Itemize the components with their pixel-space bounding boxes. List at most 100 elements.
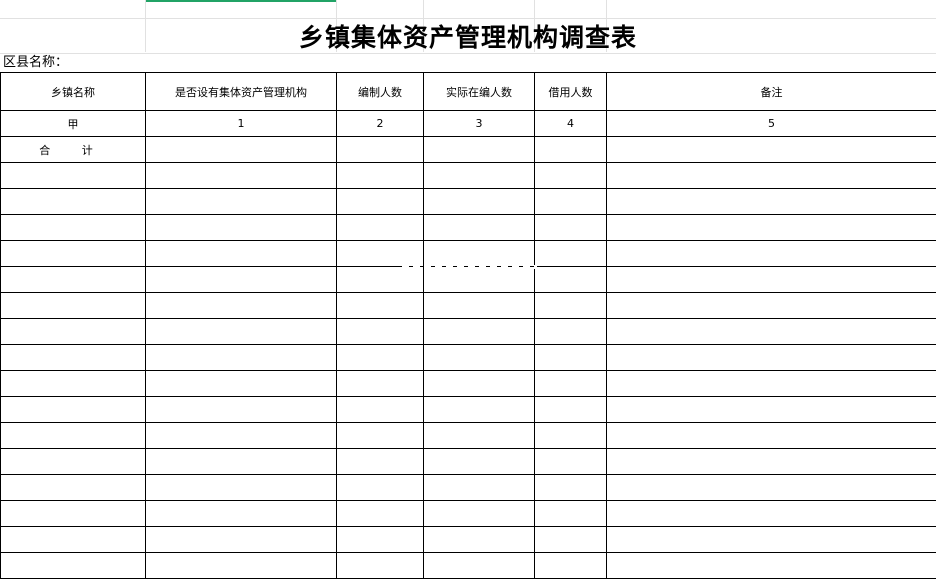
table-cell[interactable] bbox=[423, 396, 535, 423]
table-cell[interactable] bbox=[423, 370, 535, 397]
table-cell[interactable] bbox=[606, 474, 936, 501]
table-cell[interactable] bbox=[145, 474, 337, 501]
table-cell[interactable] bbox=[336, 526, 424, 553]
table-cell[interactable] bbox=[606, 370, 936, 397]
table-cell[interactable] bbox=[0, 214, 146, 241]
table-cell[interactable] bbox=[423, 266, 535, 293]
column-number-cell[interactable]: 甲 bbox=[0, 110, 146, 137]
table-cell[interactable] bbox=[534, 136, 607, 163]
table-cell[interactable] bbox=[145, 266, 337, 293]
county-name-label[interactable]: 区县名称： bbox=[3, 54, 68, 72]
table-cell[interactable] bbox=[606, 162, 936, 189]
total-label-cell[interactable]: 合 计 bbox=[0, 136, 146, 163]
table-cell[interactable] bbox=[336, 240, 424, 267]
table-cell[interactable] bbox=[534, 474, 607, 501]
table-cell[interactable] bbox=[336, 214, 424, 241]
table-cell[interactable] bbox=[336, 292, 424, 319]
table-cell[interactable] bbox=[423, 500, 535, 527]
table-cell[interactable] bbox=[534, 422, 607, 449]
table-cell[interactable] bbox=[0, 370, 146, 397]
table-cell[interactable] bbox=[336, 318, 424, 345]
column-number-cell[interactable]: 2 bbox=[336, 110, 424, 137]
table-cell[interactable] bbox=[534, 188, 607, 215]
table-cell[interactable] bbox=[145, 552, 337, 579]
header-cell-remarks[interactable]: 备注 bbox=[606, 72, 936, 111]
table-cell[interactable] bbox=[0, 422, 146, 449]
table-cell[interactable] bbox=[606, 396, 936, 423]
table-cell[interactable] bbox=[534, 266, 607, 293]
table-cell[interactable] bbox=[534, 526, 607, 553]
table-cell[interactable] bbox=[0, 500, 146, 527]
column-number-cell[interactable]: 5 bbox=[606, 110, 936, 137]
table-cell[interactable] bbox=[606, 292, 936, 319]
table-cell[interactable] bbox=[336, 500, 424, 527]
table-cell[interactable] bbox=[606, 214, 936, 241]
table-cell[interactable] bbox=[0, 292, 146, 319]
table-cell[interactable] bbox=[145, 136, 337, 163]
table-cell[interactable] bbox=[145, 188, 337, 215]
header-cell-has-management-org[interactable]: 是否设有集体资产管理机构 bbox=[145, 72, 337, 111]
table-cell[interactable] bbox=[534, 214, 607, 241]
table-cell[interactable] bbox=[336, 188, 424, 215]
table-cell[interactable] bbox=[534, 552, 607, 579]
table-cell[interactable] bbox=[0, 396, 146, 423]
table-cell[interactable] bbox=[145, 344, 337, 371]
table-cell[interactable] bbox=[534, 370, 607, 397]
header-cell-actual-staff[interactable]: 实际在编人数 bbox=[423, 72, 535, 111]
table-cell[interactable] bbox=[423, 344, 535, 371]
table-cell[interactable] bbox=[145, 500, 337, 527]
table-cell[interactable] bbox=[336, 552, 424, 579]
table-cell[interactable] bbox=[534, 318, 607, 345]
table-cell[interactable] bbox=[606, 240, 936, 267]
table-cell[interactable] bbox=[606, 266, 936, 293]
table-cell[interactable] bbox=[0, 240, 146, 267]
table-cell[interactable] bbox=[145, 396, 337, 423]
table-cell[interactable] bbox=[423, 136, 535, 163]
table-cell[interactable] bbox=[336, 422, 424, 449]
table-cell[interactable] bbox=[336, 266, 424, 293]
header-cell-township-name[interactable]: 乡镇名称 bbox=[0, 72, 146, 111]
table-cell[interactable] bbox=[145, 292, 337, 319]
table-cell[interactable] bbox=[0, 162, 146, 189]
table-cell[interactable] bbox=[606, 552, 936, 579]
table-cell[interactable] bbox=[606, 448, 936, 475]
table-cell[interactable] bbox=[606, 526, 936, 553]
table-cell[interactable] bbox=[0, 474, 146, 501]
table-cell[interactable] bbox=[423, 240, 535, 267]
table-cell[interactable] bbox=[336, 370, 424, 397]
table-cell[interactable] bbox=[423, 526, 535, 553]
column-number-cell[interactable]: 1 bbox=[145, 110, 337, 137]
table-cell[interactable] bbox=[423, 552, 535, 579]
table-cell[interactable] bbox=[336, 396, 424, 423]
table-cell[interactable] bbox=[145, 448, 337, 475]
table-cell[interactable] bbox=[145, 370, 337, 397]
column-number-cell[interactable]: 4 bbox=[534, 110, 607, 137]
table-cell[interactable] bbox=[606, 422, 936, 449]
table-cell[interactable] bbox=[423, 318, 535, 345]
table-cell[interactable] bbox=[423, 188, 535, 215]
table-cell[interactable] bbox=[423, 292, 535, 319]
table-cell[interactable] bbox=[423, 448, 535, 475]
table-cell[interactable] bbox=[606, 500, 936, 527]
table-cell[interactable] bbox=[534, 500, 607, 527]
table-cell[interactable] bbox=[534, 448, 607, 475]
table-cell[interactable] bbox=[606, 188, 936, 215]
table-cell[interactable] bbox=[0, 266, 146, 293]
table-cell[interactable] bbox=[145, 318, 337, 345]
table-cell[interactable] bbox=[0, 448, 146, 475]
table-cell[interactable] bbox=[423, 474, 535, 501]
table-cell[interactable] bbox=[145, 162, 337, 189]
header-cell-borrowed-staff[interactable]: 借用人数 bbox=[534, 72, 607, 111]
header-cell-staff-quota[interactable]: 编制人数 bbox=[336, 72, 424, 111]
table-cell[interactable] bbox=[336, 162, 424, 189]
table-cell[interactable] bbox=[534, 162, 607, 189]
table-cell[interactable] bbox=[0, 344, 146, 371]
table-cell[interactable] bbox=[534, 344, 607, 371]
table-cell[interactable] bbox=[145, 422, 337, 449]
table-cell[interactable] bbox=[336, 474, 424, 501]
table-cell[interactable] bbox=[0, 318, 146, 345]
table-cell[interactable] bbox=[336, 136, 424, 163]
table-cell[interactable] bbox=[534, 292, 607, 319]
table-cell[interactable] bbox=[606, 318, 936, 345]
table-cell[interactable] bbox=[0, 552, 146, 579]
